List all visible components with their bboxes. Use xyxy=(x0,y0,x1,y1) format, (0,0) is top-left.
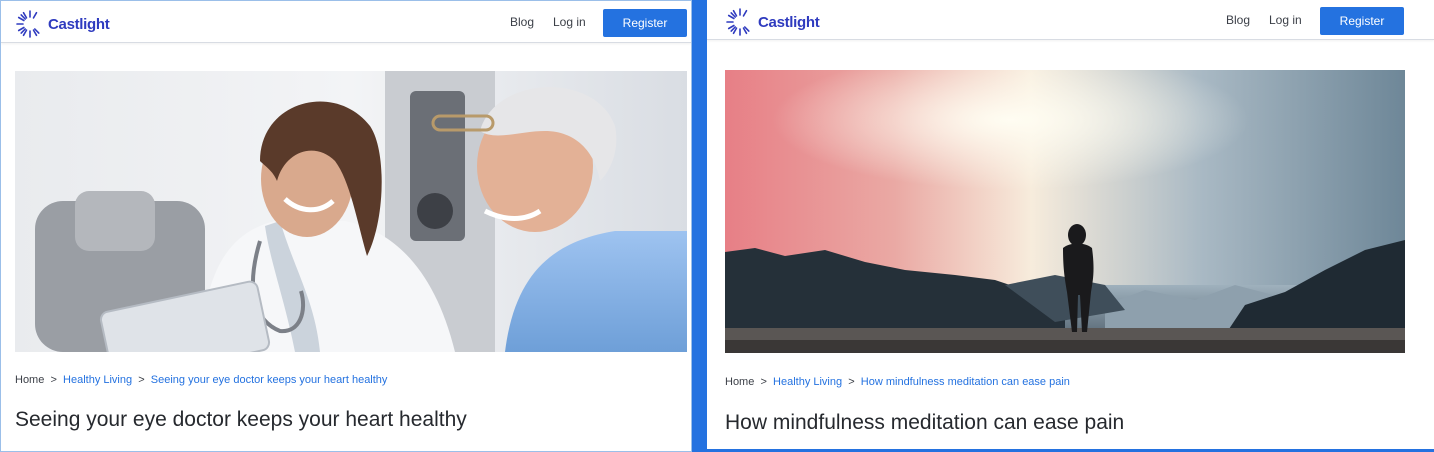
breadcrumb-separator: > xyxy=(757,376,770,388)
breadcrumb-healthy-living[interactable]: Healthy Living xyxy=(773,376,842,388)
breadcrumb-separator: > xyxy=(845,376,858,388)
nav-login-link[interactable]: Log in xyxy=(1269,13,1302,27)
breadcrumb-current-article[interactable]: Seeing your eye doctor keeps your heart … xyxy=(151,374,388,386)
breadcrumb: Home > Healthy Living > How mindfulness … xyxy=(725,376,1070,388)
logo-wordmark: Castlight xyxy=(48,15,110,33)
breadcrumb-separator: > xyxy=(135,374,148,386)
register-button[interactable]: Register xyxy=(603,9,687,37)
breadcrumb-separator: > xyxy=(47,374,60,386)
photo-doctor-patient-icon xyxy=(15,71,687,352)
article-page-left: Castlight Blog Log in Register Home > He… xyxy=(0,0,692,452)
article-title: Seeing your eye doctor keeps your heart … xyxy=(15,408,467,431)
nav-blog-link[interactable]: Blog xyxy=(510,15,534,29)
site-header: Castlight Blog Log in Register xyxy=(1,1,691,43)
register-button[interactable]: Register xyxy=(1320,7,1404,35)
breadcrumb-home[interactable]: Home xyxy=(725,376,754,388)
logo-wordmark: Castlight xyxy=(758,13,820,31)
breadcrumb: Home > Healthy Living > Seeing your eye … xyxy=(15,374,387,386)
article-page-right: Castlight Blog Log in Register Home > He… xyxy=(707,0,1434,449)
nav-login-link[interactable]: Log in xyxy=(553,15,586,29)
castlight-logo-icon xyxy=(16,10,40,38)
castlight-logo[interactable]: Castlight xyxy=(15,9,110,39)
castlight-logo-icon xyxy=(726,8,750,36)
article-title: How mindfulness meditation can ease pain xyxy=(725,411,1125,434)
hero-image-doctor-patient xyxy=(15,71,687,352)
nav-blog-link[interactable]: Blog xyxy=(1226,13,1250,27)
screenshot-stage: Castlight Blog Log in Register Home > He… xyxy=(0,0,1434,452)
hero-image-woman-lake xyxy=(725,70,1405,353)
breadcrumb-home[interactable]: Home xyxy=(15,374,44,386)
breadcrumb-healthy-living[interactable]: Healthy Living xyxy=(63,374,132,386)
site-header: Castlight Blog Log in Register xyxy=(707,0,1434,40)
breadcrumb-current-article[interactable]: How mindfulness meditation can ease pain xyxy=(861,376,1070,388)
castlight-logo[interactable]: Castlight xyxy=(725,7,820,37)
photo-woman-lake-icon xyxy=(725,70,1405,353)
